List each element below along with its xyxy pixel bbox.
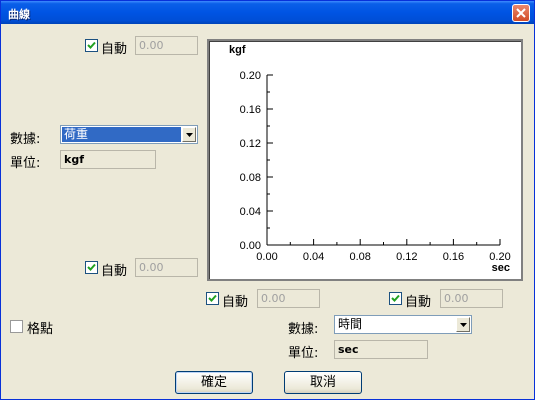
x-unit-label: 單位: <box>288 346 319 361</box>
x-max-value-field[interactable]: 0.00 <box>440 289 503 308</box>
window-title: 曲線 <box>8 8 30 21</box>
x-data-label: 數據: <box>288 322 319 337</box>
checkmark-icon <box>87 41 96 49</box>
x-data-selected: 時間 <box>338 317 363 331</box>
x-unit-field: sec <box>334 340 428 359</box>
x-min-auto-label: 自動 <box>222 295 249 310</box>
x-max-auto-checkbox[interactable] <box>389 292 402 305</box>
y-max-auto-label: 自動 <box>101 42 128 57</box>
x-tick-label: 0.04 <box>303 251 324 263</box>
dropdown-arrow[interactable] <box>456 317 470 332</box>
y-min-auto-label: 自動 <box>101 264 128 279</box>
chart-area: kgf sec 0.00 0.04 0.08 0.12 0.16 0.20 0.00 0.04 0.… <box>207 39 523 281</box>
chevron-down-icon <box>185 132 193 137</box>
grid-label: 格點 <box>27 322 54 337</box>
y-axis-title: kgf <box>229 44 246 56</box>
ok-button[interactable]: 確定 <box>175 371 253 394</box>
x-tick-label: 0.08 <box>349 251 370 263</box>
y-min-value-field[interactable]: 0.00 <box>135 258 198 277</box>
x-axis-title: sec <box>492 262 510 274</box>
y-tick-label: 0.04 <box>240 206 261 218</box>
y-data-select[interactable]: 荷重 <box>60 125 198 144</box>
y-max-auto-checkbox[interactable] <box>85 39 98 52</box>
y-tick-label: 0.12 <box>240 138 261 150</box>
cancel-button[interactable]: 取消 <box>284 371 362 394</box>
x-tick-label: 0.00 <box>256 251 277 263</box>
y-data-label: 數據: <box>10 132 41 147</box>
y-tick-label: 0.20 <box>240 70 261 82</box>
y-max-value-field[interactable]: 0.00 <box>135 36 198 55</box>
checkmark-icon <box>87 263 96 271</box>
x-min-value-field[interactable]: 0.00 <box>257 289 320 308</box>
y-min-auto-checkbox[interactable] <box>85 261 98 274</box>
close-icon <box>516 8 526 18</box>
title-bar[interactable]: 曲線 <box>1 1 534 24</box>
y-unit-field: kgf <box>60 150 156 169</box>
chevron-down-icon <box>459 322 467 327</box>
dropdown-arrow[interactable] <box>182 127 196 142</box>
x-tick-label: 0.12 <box>396 251 417 263</box>
y-tick-label: 0.16 <box>240 104 261 116</box>
grid-checkbox[interactable] <box>10 320 23 333</box>
close-button[interactable] <box>512 4 530 22</box>
y-data-selected: 荷重 <box>62 127 181 142</box>
y-tick-label: 0.08 <box>240 172 261 184</box>
x-tick-label: 0.20 <box>489 251 510 263</box>
y-unit-label: 單位: <box>10 156 41 171</box>
chart-svg: kgfsec0.000.040.080.120.160.200.00 0.04 0.… <box>229 44 511 274</box>
checkmark-icon <box>391 294 400 302</box>
x-min-auto-checkbox[interactable] <box>206 292 219 305</box>
x-data-select[interactable]: 時間 <box>334 315 472 334</box>
x-max-auto-label: 自動 <box>405 295 432 310</box>
x-tick-label: 0.16 <box>443 251 464 263</box>
curve-dialog: 曲線 自動 0.00 數據: 荷重 單位: kgf 自動 0.00 kgf sec… <box>0 0 535 400</box>
checkmark-icon <box>208 294 217 302</box>
